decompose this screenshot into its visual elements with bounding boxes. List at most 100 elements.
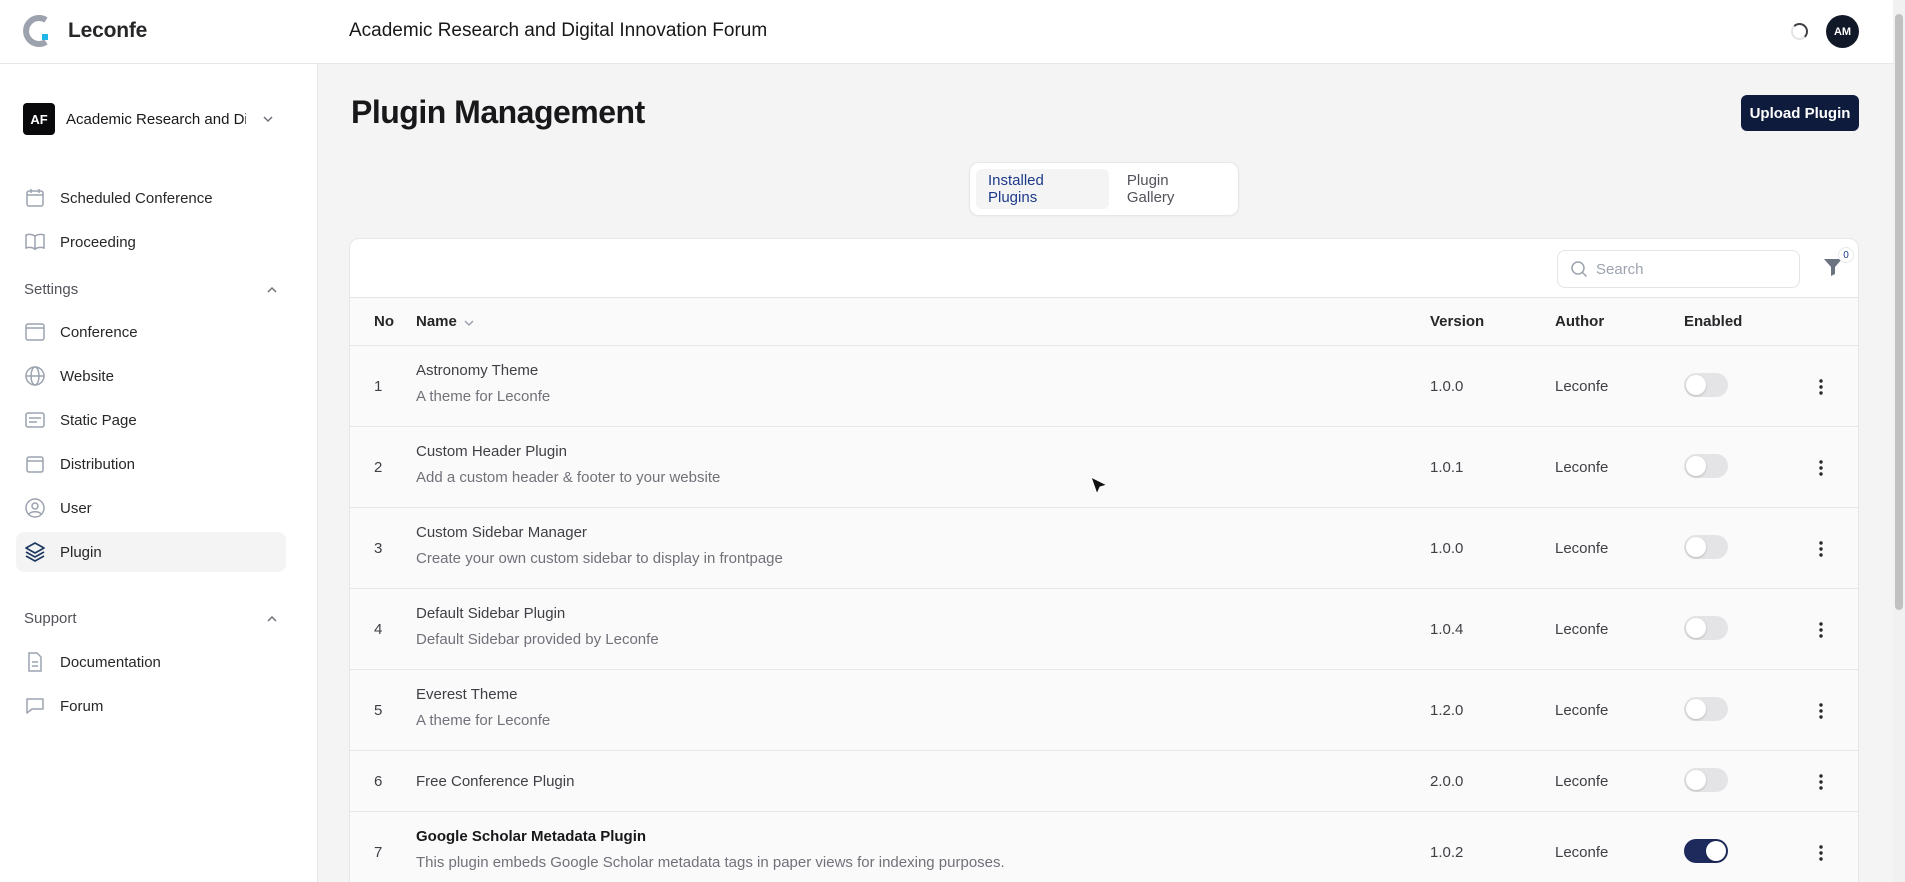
- plugin-description: This plugin embeds Google Scholar metada…: [416, 854, 1005, 871]
- user-avatar[interactable]: AM: [1826, 15, 1859, 48]
- row-number: 1: [374, 378, 383, 395]
- sidebar-item-label: Forum: [60, 697, 104, 715]
- column-header-no: No: [374, 313, 394, 330]
- plugin-author: Leconfe: [1555, 621, 1609, 638]
- more-options-icon[interactable]: [1815, 539, 1827, 559]
- plugin-author: Leconfe: [1555, 773, 1609, 790]
- more-options-icon[interactable]: [1815, 377, 1827, 397]
- sidebar-item-label: Distribution: [60, 455, 136, 473]
- table-row[interactable]: 7 Google Scholar Metadata Plugin This plug…: [350, 812, 1858, 882]
- toggle-knob: [1686, 618, 1706, 638]
- more-options-icon[interactable]: [1815, 772, 1827, 792]
- sidebar-item-documentation[interactable]: Documentation: [16, 642, 286, 682]
- book-icon: [25, 233, 45, 251]
- brand-name: Leconfe: [68, 19, 148, 42]
- plugin-enabled-toggle[interactable]: [1684, 697, 1728, 721]
- conference-switcher-label: Academic Research and Digital Innovation…: [66, 110, 246, 128]
- plugin-version: 1.0.0: [1430, 378, 1464, 395]
- row-number: 6: [374, 773, 383, 790]
- column-header-author: Author: [1555, 313, 1605, 330]
- sidebar-item-label: User: [60, 499, 92, 517]
- table-row[interactable]: 3 Custom Sidebar Manager Create your own c…: [350, 508, 1858, 589]
- window-icon: [25, 323, 45, 341]
- top-bar: Leconfe Academic Research and Digital In…: [0, 0, 1893, 64]
- sort-chevron-down-icon[interactable]: [463, 317, 475, 329]
- plugin-tabs: Installed Plugins Plugin Gallery: [969, 162, 1239, 216]
- table-row[interactable]: 4 Default Sidebar Plugin Default Sidebar p…: [350, 589, 1858, 670]
- plugin-enabled-toggle[interactable]: [1684, 616, 1728, 640]
- sidebar-item-label: Conference: [60, 323, 138, 341]
- table-toolbar: 0: [350, 239, 1858, 298]
- plugin-name: Google Scholar Metadata Plugin: [416, 828, 647, 845]
- conference-switcher[interactable]: AF Academic Research and Digital Innovat…: [23, 102, 281, 136]
- plugin-description: Default Sidebar provided by Leconfe: [416, 631, 659, 648]
- plugin-author: Leconfe: [1555, 378, 1609, 395]
- plugin-name: Custom Header Plugin: [416, 443, 567, 460]
- more-options-icon[interactable]: [1815, 701, 1827, 721]
- page-scrollbar[interactable]: [1893, 0, 1905, 882]
- plugin-description: Add a custom header & footer to your web…: [416, 469, 721, 486]
- conference-title: Academic Research and Digital Innovation…: [349, 20, 768, 41]
- more-options-icon[interactable]: [1815, 458, 1827, 478]
- table-row[interactable]: 5 Everest Theme A theme for Leconfe 1.2.0 Le…: [350, 670, 1858, 751]
- leconfe-logo-icon: [23, 15, 48, 47]
- search-input[interactable]: [1596, 260, 1786, 278]
- column-header-version: Version: [1430, 313, 1485, 330]
- plugin-enabled-toggle[interactable]: [1684, 768, 1728, 792]
- sidebar-item-static-page[interactable]: Static Page: [16, 400, 286, 440]
- sidebar-item-label: Plugin: [60, 543, 102, 561]
- toggle-knob: [1686, 699, 1706, 719]
- sidebar-item-label: Proceeding: [60, 233, 136, 251]
- plugin-version: 1.0.4: [1430, 621, 1464, 638]
- more-options-icon[interactable]: [1815, 620, 1827, 640]
- support-group-header[interactable]: Support: [24, 610, 279, 627]
- document-icon: [28, 652, 42, 672]
- search-icon: [1571, 261, 1588, 278]
- plugin-author: Leconfe: [1555, 540, 1609, 557]
- sidebar-item-plugin[interactable]: Plugin: [16, 532, 286, 572]
- plugin-version: 2.0.0: [1430, 773, 1464, 790]
- plugin-author: Leconfe: [1555, 702, 1609, 719]
- sidebar-item-distribution[interactable]: Distribution: [16, 444, 286, 484]
- loading-spinner-icon: [1791, 23, 1808, 40]
- column-header-name[interactable]: Name: [416, 313, 457, 330]
- plugin-name: Everest Theme: [416, 686, 518, 703]
- sidebar-item-conference[interactable]: Conference: [16, 312, 286, 352]
- sidebar-item-user[interactable]: User: [16, 488, 286, 528]
- column-header-enabled: Enabled: [1684, 313, 1743, 330]
- plugin-author: Leconfe: [1555, 459, 1609, 476]
- plugin-enabled-toggle[interactable]: [1684, 535, 1728, 559]
- scrollbar-thumb[interactable]: [1895, 14, 1903, 610]
- tab-plugin-gallery[interactable]: Plugin Gallery: [1115, 169, 1232, 209]
- chevron-up-icon: [267, 615, 277, 622]
- filter-count-badge: 0: [1838, 247, 1854, 263]
- sidebar-item-forum[interactable]: Forum: [16, 686, 286, 726]
- table-row[interactable]: 6 Free Conference Plugin 2.0.0 Leconfe: [350, 751, 1858, 812]
- search-box[interactable]: [1557, 250, 1800, 288]
- brand[interactable]: Leconfe: [22, 14, 147, 48]
- table-row[interactable]: 1 Astronomy Theme A theme for Leconfe 1.0.0…: [350, 346, 1858, 427]
- page-icon: [25, 412, 45, 428]
- toggle-knob: [1706, 841, 1726, 861]
- conference-badge: AF: [23, 103, 55, 135]
- more-options-icon[interactable]: [1815, 843, 1827, 863]
- plugin-version: 1.0.2: [1430, 844, 1464, 861]
- row-number: 3: [374, 540, 383, 557]
- plugin-enabled-toggle[interactable]: [1684, 373, 1728, 397]
- plugin-enabled-toggle[interactable]: [1684, 839, 1728, 863]
- settings-group-header[interactable]: Settings: [24, 281, 279, 298]
- mouse-cursor-icon: [1090, 475, 1109, 496]
- plugins-table: 0 No Name Version Author Enabled 1 Astron…: [349, 238, 1859, 882]
- plugin-description: Create your own custom sidebar to displa…: [416, 550, 783, 567]
- toggle-knob: [1686, 456, 1706, 476]
- upload-plugin-button[interactable]: Upload Plugin: [1741, 95, 1859, 131]
- sidebar-item-scheduled-conference[interactable]: Scheduled Conference: [16, 178, 286, 218]
- sidebar-item-website[interactable]: Website: [16, 356, 286, 396]
- table-header: No Name Version Author Enabled: [350, 298, 1858, 346]
- row-number: 7: [374, 844, 383, 861]
- row-number: 2: [374, 459, 383, 476]
- tab-installed-plugins[interactable]: Installed Plugins: [976, 169, 1109, 209]
- settings-group-title: Settings: [24, 281, 79, 298]
- sidebar-item-proceeding[interactable]: Proceeding: [16, 222, 286, 262]
- plugin-enabled-toggle[interactable]: [1684, 454, 1728, 478]
